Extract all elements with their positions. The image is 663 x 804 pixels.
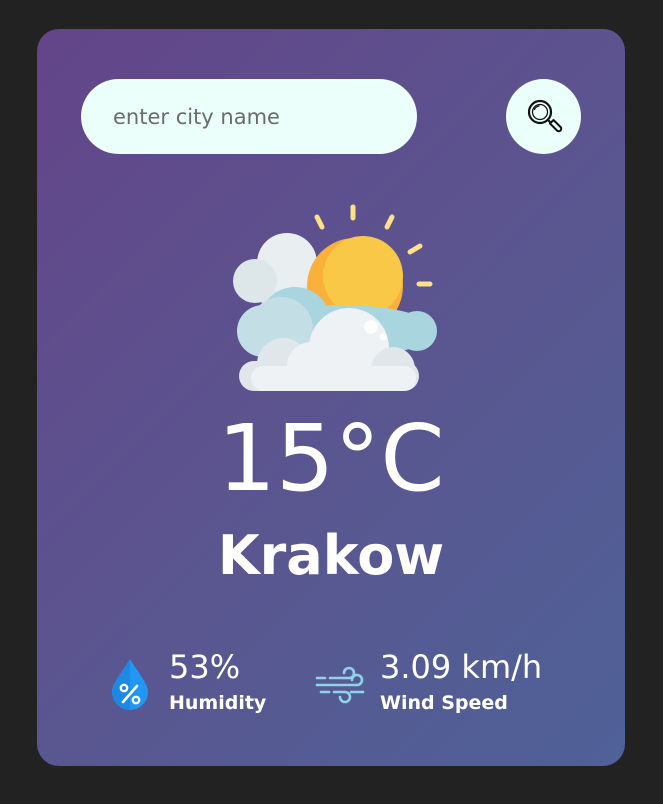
humidity-value: 53% <box>169 648 241 686</box>
wind-speed-value: 3.09 km/h <box>380 648 543 686</box>
humidity-label: Humidity <box>169 692 267 714</box>
wind-icon <box>315 666 365 704</box>
wind-detail: 3.09 km/h Wind Speed <box>315 647 577 727</box>
magnifier-icon <box>527 99 562 132</box>
search-button[interactable] <box>506 79 581 154</box>
partly-cloudy-icon <box>233 204 437 391</box>
weather-card: 15°C Krakow 53% Humidity <box>37 29 625 766</box>
weather-details: 53% Humidity 3.09 km/h Wind Speed <box>107 647 577 727</box>
wind-speed-label: Wind Speed <box>380 692 508 714</box>
humidity-drop-icon <box>112 659 148 710</box>
city-search-input[interactable] <box>81 79 417 154</box>
temperature-value: 15°C <box>217 405 445 512</box>
humidity-detail: 53% Humidity <box>107 647 307 727</box>
city-name: Krakow <box>217 524 445 587</box>
